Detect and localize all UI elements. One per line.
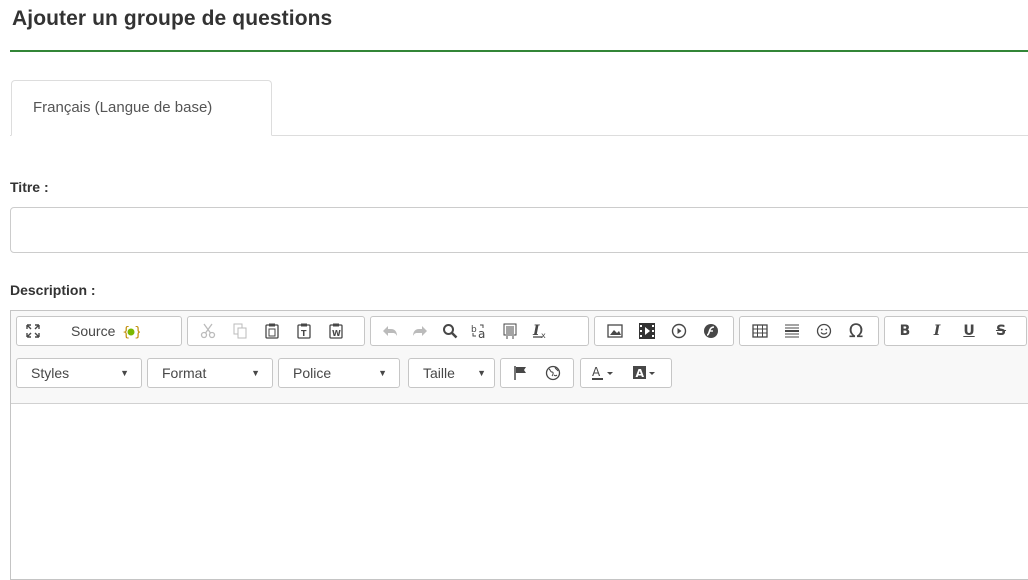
source-button[interactable]: Source	[67, 318, 119, 344]
horizontal-rule-icon[interactable]	[776, 318, 808, 344]
title-input[interactable]	[10, 207, 1028, 253]
flash-icon[interactable]	[695, 318, 727, 344]
editor-toolbar: Source {} T W	[11, 311, 1028, 404]
paste-icon[interactable]	[256, 318, 288, 344]
description-label: Description :	[10, 282, 96, 298]
chevron-down-icon: ▼	[251, 368, 260, 378]
format-combo[interactable]: Format ▼	[147, 358, 273, 388]
maximize-icon[interactable]	[21, 318, 45, 344]
toolbar-group-insert: Ω	[739, 316, 879, 346]
special-char-icon[interactable]: Ω	[840, 318, 872, 344]
flag-icon[interactable]	[505, 360, 537, 386]
format-combo-label: Format	[162, 365, 207, 381]
title-rule	[10, 50, 1028, 52]
size-combo-label: Taille	[423, 365, 455, 381]
svg-text:x: x	[541, 331, 546, 339]
undo-icon[interactable]	[375, 318, 405, 344]
description-editor: Source {} T W	[10, 310, 1028, 580]
redo-icon[interactable]	[405, 318, 435, 344]
title-label: Titre :	[10, 179, 49, 195]
copy-icon[interactable]	[224, 318, 256, 344]
svg-text:W: W	[332, 329, 341, 338]
font-combo[interactable]: Police ▼	[278, 358, 400, 388]
toolbar-group-basicstyles: B I U S	[884, 316, 1027, 346]
image-icon[interactable]	[599, 318, 631, 344]
chevron-down-icon: ▼	[120, 368, 129, 378]
toolbar-group-colors: A A	[580, 358, 672, 388]
background-color-button[interactable]: A	[627, 360, 669, 386]
cut-icon[interactable]	[192, 318, 224, 344]
svg-text:A: A	[636, 367, 645, 380]
smiley-icon[interactable]	[808, 318, 840, 344]
paste-text-icon[interactable]: T	[288, 318, 320, 344]
text-color-button[interactable]: A	[585, 360, 627, 386]
replace-icon[interactable]: ba	[465, 318, 495, 344]
paste-word-icon[interactable]: W	[320, 318, 352, 344]
find-icon[interactable]	[435, 318, 465, 344]
svg-text:A: A	[592, 365, 601, 379]
templates-icon[interactable]: {}	[119, 318, 143, 344]
chevron-down-icon: ▼	[378, 368, 387, 378]
tab-language-base[interactable]: Français (Langue de base)	[11, 80, 272, 136]
select-all-icon[interactable]	[495, 318, 525, 344]
editor-content-area[interactable]	[11, 404, 1028, 579]
toolbar-group-editing: ba Ix	[370, 316, 589, 346]
table-icon[interactable]	[744, 318, 776, 344]
font-combo-label: Police	[293, 365, 332, 381]
strike-button[interactable]: S	[985, 318, 1017, 344]
video-icon[interactable]	[631, 318, 663, 344]
toolbar-group-document: Source {}	[16, 316, 182, 346]
svg-text:}: }	[134, 325, 140, 339]
toolbar-group-language	[500, 358, 574, 388]
page-title: Ajouter un groupe de questions	[12, 7, 333, 30]
bold-button[interactable]: B	[889, 318, 921, 344]
svg-text:a: a	[478, 327, 485, 339]
svg-text:b: b	[471, 325, 477, 335]
chevron-down-icon: ▼	[477, 368, 486, 378]
svg-text:T: T	[301, 329, 307, 338]
underline-button[interactable]: U	[953, 318, 985, 344]
globe-icon[interactable]	[537, 360, 569, 386]
size-combo[interactable]: Taille ▼	[408, 358, 495, 388]
toolbar-group-media	[594, 316, 734, 346]
styles-combo[interactable]: Styles ▼	[16, 358, 142, 388]
remove-format-icon[interactable]: Ix	[525, 318, 555, 344]
play-icon[interactable]	[663, 318, 695, 344]
toolbar-group-clipboard: T W	[187, 316, 365, 346]
italic-button[interactable]: I	[921, 318, 953, 344]
styles-combo-label: Styles	[31, 365, 70, 381]
